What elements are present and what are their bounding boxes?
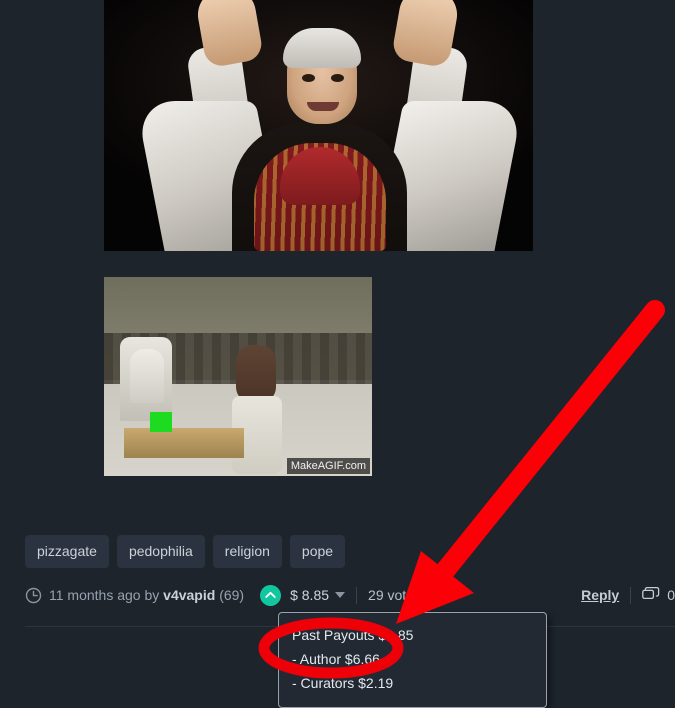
- meta-separator-2: [630, 586, 632, 604]
- author-reputation: (69): [219, 587, 245, 603]
- clock-icon: [25, 587, 42, 604]
- chevron-down-icon[interactable]: [335, 592, 346, 598]
- payout-value[interactable]: $ 8.85: [290, 587, 346, 603]
- comment-bubble-icon[interactable]: [642, 587, 660, 603]
- tag-list: pizzagate pedophilia religion pope: [25, 535, 346, 568]
- pope-eye-right: [331, 74, 344, 82]
- meta-separator-1: [356, 586, 358, 604]
- author-payout-line: - Author $6.66: [292, 651, 380, 667]
- gif-green-block: [150, 412, 172, 432]
- post-meta-row: 11 months ago by v4vapid (69) $ 8.85 29 …: [25, 583, 675, 607]
- tag-pope[interactable]: pope: [289, 535, 346, 568]
- red-arrow: [396, 300, 665, 624]
- curators-payout-line: - Curators $2.19: [292, 675, 394, 691]
- pope-gif-scene: [104, 277, 372, 476]
- reply-button[interactable]: Reply: [581, 587, 619, 603]
- tag-religion[interactable]: religion: [212, 535, 282, 568]
- post-age-text: 11 months ago by: [49, 587, 160, 603]
- votes-chevron-down-icon[interactable]: [426, 592, 437, 598]
- chevron-up-icon: [265, 591, 276, 598]
- gif-dancer-torso: [236, 344, 276, 403]
- post-age: 11 months ago by v4vapid (69): [49, 587, 244, 603]
- payout-amount: $ 8.85: [290, 587, 330, 603]
- pope-photo[interactable]: [104, 0, 533, 251]
- votes-label: 29 votes: [368, 587, 421, 603]
- votes-count[interactable]: 29 votes: [368, 587, 437, 603]
- post-age-group: 11 months ago by v4vapid (69): [25, 587, 244, 604]
- pope-hair: [283, 28, 361, 68]
- pope-gif[interactable]: MakeAGIF.com: [104, 277, 372, 476]
- gif-step: [124, 428, 244, 458]
- pope-eye-left: [302, 74, 315, 82]
- upvote-button[interactable]: [260, 584, 282, 606]
- pope-photo-scene: [104, 0, 533, 251]
- pope-mouth: [307, 102, 339, 111]
- payout-popup: Past Payouts $8.85 - Author $6.66 - Cura…: [278, 612, 547, 708]
- post-actions: Reply 0: [581, 586, 675, 604]
- gif-seated-figure: [130, 348, 164, 403]
- tag-pedophilia[interactable]: pedophilia: [116, 535, 205, 568]
- tag-pizzagate[interactable]: pizzagate: [25, 535, 109, 568]
- payout-popup-title: Past Payouts $8.85: [292, 627, 414, 643]
- comment-count: 0: [667, 587, 675, 603]
- gif-watermark: MakeAGIF.com: [286, 458, 370, 474]
- post-author[interactable]: v4vapid: [163, 587, 215, 603]
